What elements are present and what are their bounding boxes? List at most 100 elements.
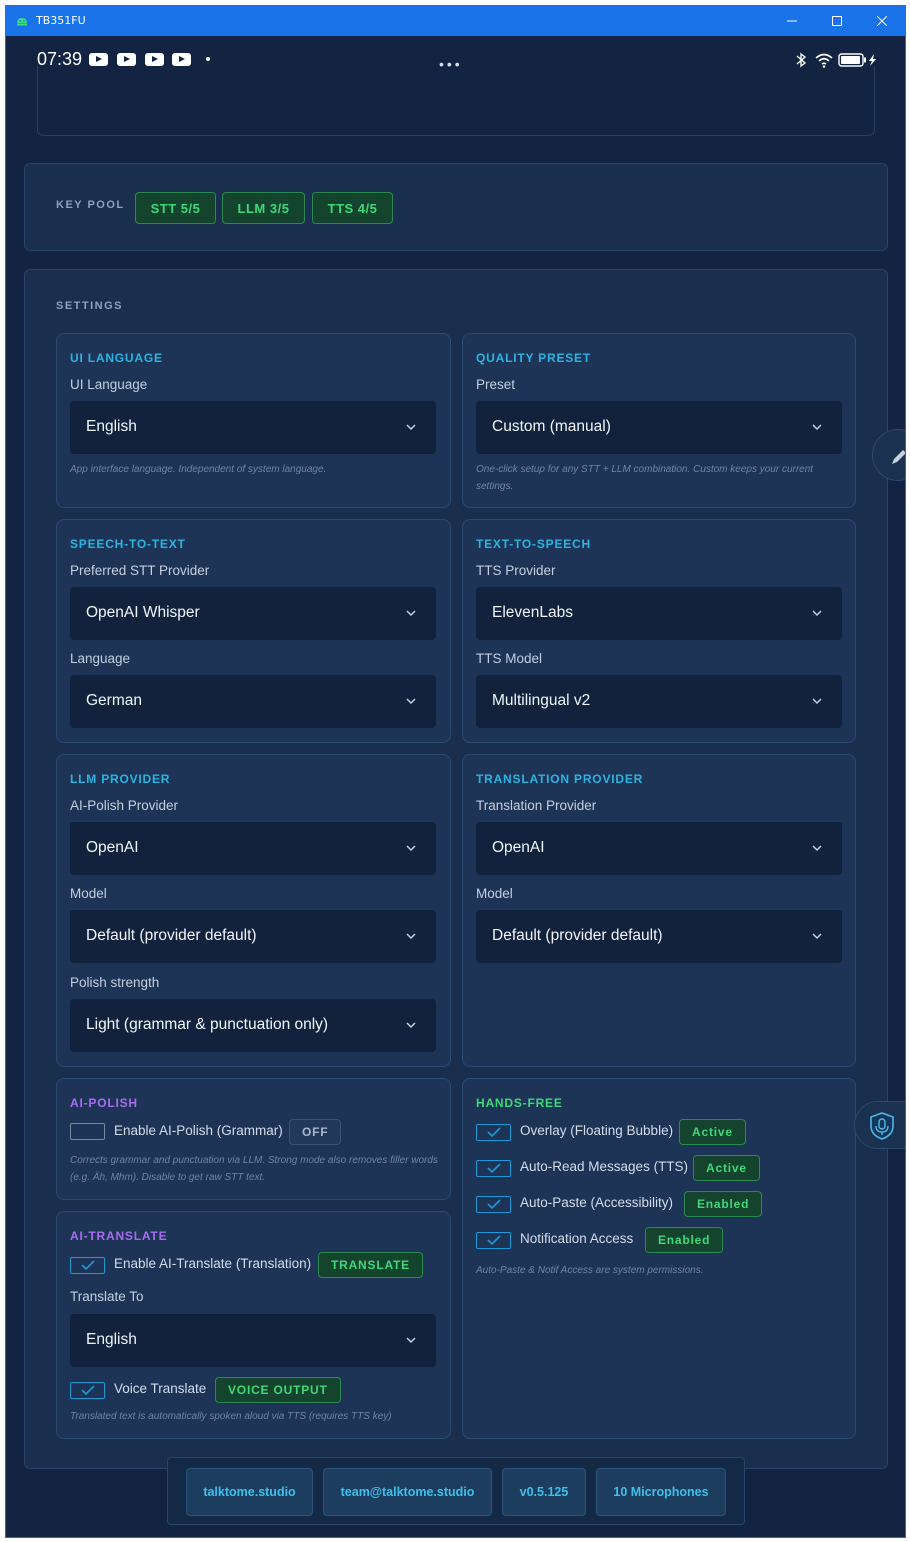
ai-translate-checkbox[interactable] <box>70 1257 105 1274</box>
field-label: Preset <box>476 377 516 392</box>
status-badge: Enabled <box>645 1227 724 1253</box>
select-value: ElevenLabs <box>492 604 574 621</box>
hint-text: Corrects grammar and punctuation via LLM… <box>70 1155 438 1183</box>
select-value: English <box>86 418 137 435</box>
overlay-checkbox[interactable] <box>476 1124 511 1141</box>
ai-polish-panel: AI-POLISH Enable AI-Polish (Grammar) OFF… <box>56 1078 451 1200</box>
tts-provider-select[interactable]: ElevenLabs <box>476 587 842 640</box>
hands-free-panel: HANDS-FREE Overlay (Floating Bubble) Act… <box>462 1078 856 1439</box>
llm-provider-panel: LLM PROVIDER AI-Polish Provider OpenAI M… <box>56 754 451 1067</box>
field-label: AI-Polish Provider <box>70 798 179 813</box>
tts-key-badge[interactable]: TTS 4/5 <box>312 192 393 224</box>
website-link[interactable]: talktome.studio <box>186 1468 313 1516</box>
window-title: TB351FU <box>36 14 86 27</box>
chevron-down-icon <box>406 933 416 940</box>
checkbox-label: Enable AI-Translate (Translation) <box>114 1256 312 1271</box>
select-value: OpenAI Whisper <box>86 604 200 621</box>
field-label: Translation Provider <box>476 798 597 813</box>
maximize-button[interactable] <box>814 6 860 36</box>
checkmark-icon <box>487 1235 501 1246</box>
stt-language-select[interactable]: German <box>70 675 436 728</box>
voice-translate-checkbox[interactable] <box>70 1382 105 1399</box>
auto-read-checkbox[interactable] <box>476 1160 511 1177</box>
stt-key-badge[interactable]: STT 5/5 <box>135 192 216 224</box>
battery-charging-icon <box>838 53 876 67</box>
status-badge: VOICE OUTPUT <box>215 1377 341 1403</box>
panel-title: TRANSLATION PROVIDER <box>476 772 644 786</box>
youtube-icon <box>117 53 136 66</box>
field-label: TTS Provider <box>476 563 556 578</box>
checkmark-icon <box>487 1163 501 1174</box>
chevron-down-icon <box>406 698 416 705</box>
mic-bubble-button[interactable] <box>854 1101 905 1149</box>
select-value: OpenAI <box>492 839 545 856</box>
pencil-icon <box>892 450 905 464</box>
checkbox-label: Overlay (Floating Bubble) <box>520 1123 674 1138</box>
close-button[interactable] <box>859 6 905 36</box>
checkmark-icon <box>81 1385 95 1396</box>
translation-provider-select[interactable]: OpenAI <box>476 822 842 875</box>
llm-provider-select[interactable]: OpenAI <box>70 822 436 875</box>
status-badge: TRANSLATE <box>318 1252 423 1278</box>
chevron-down-icon <box>406 1022 416 1029</box>
version-badge[interactable]: v0.5.125 <box>502 1468 586 1516</box>
hint-text: App interface language. Independent of s… <box>70 464 327 475</box>
key-pool-label: KEY POOL <box>56 199 125 211</box>
hint-text: Auto-Paste & Notif Access are system per… <box>476 1265 704 1276</box>
field-label: Preferred STT Provider <box>70 563 210 578</box>
speech-to-text-panel: SPEECH-TO-TEXT Preferred STT Provider Op… <box>56 519 451 743</box>
microphones-button[interactable]: 10 Microphones <box>596 1468 726 1516</box>
ui-language-panel: UI LANGUAGE UI Language English App inte… <box>56 333 451 508</box>
chevron-down-icon <box>812 424 822 431</box>
ai-polish-checkbox[interactable] <box>70 1123 105 1140</box>
settings-label: SETTINGS <box>56 300 124 312</box>
panel-title: HANDS-FREE <box>476 1096 563 1110</box>
field-label: Model <box>476 886 513 901</box>
select-value: Multilingual v2 <box>492 692 591 709</box>
llm-model-select[interactable]: Default (provider default) <box>70 910 436 963</box>
polish-strength-select[interactable]: Light (grammar & punctuation only) <box>70 999 436 1052</box>
select-value: Default (provider default) <box>492 927 663 944</box>
checkbox-label: Enable AI-Polish (Grammar) <box>114 1123 283 1138</box>
preset-select[interactable]: Custom (manual) <box>476 401 842 454</box>
panel-title: AI-POLISH <box>70 1096 138 1110</box>
hint-text: Translated text is automatically spoken … <box>70 1411 392 1422</box>
close-icon <box>877 16 887 26</box>
panel-title: LLM PROVIDER <box>70 772 171 786</box>
select-value: OpenAI <box>86 839 139 856</box>
select-value: Default (provider default) <box>86 927 257 944</box>
stt-provider-select[interactable]: OpenAI Whisper <box>70 587 436 640</box>
shield-mic-icon <box>870 1112 894 1140</box>
field-label: Language <box>70 651 131 666</box>
ui-language-select[interactable]: English <box>70 401 436 454</box>
chevron-down-icon <box>812 845 822 852</box>
translate-to-select[interactable]: English <box>70 1314 436 1367</box>
chevron-down-icon <box>406 1337 416 1344</box>
minimize-icon <box>787 20 797 22</box>
select-value: Custom (manual) <box>492 418 611 435</box>
chevron-down-icon <box>812 610 822 617</box>
maximize-icon <box>832 16 842 26</box>
auto-paste-checkbox[interactable] <box>476 1196 511 1213</box>
panel-title: TEXT-TO-SPEECH <box>476 537 591 551</box>
translation-model-select[interactable]: Default (provider default) <box>476 910 842 963</box>
tts-model-select[interactable]: Multilingual v2 <box>476 675 842 728</box>
footer: talktome.studio team@talktome.studio v0.… <box>167 1457 745 1525</box>
header-placeholder-card <box>37 66 875 136</box>
text-to-speech-panel: TEXT-TO-SPEECH TTS Provider ElevenLabs T… <box>462 519 856 743</box>
llm-key-badge[interactable]: LLM 3/5 <box>222 192 305 224</box>
panel-title: SPEECH-TO-TEXT <box>70 537 186 551</box>
field-label: Model <box>70 886 107 901</box>
panel-title: AI-TRANSLATE <box>70 1229 168 1243</box>
android-icon <box>17 18 27 26</box>
translation-provider-panel: TRANSLATION PROVIDER Translation Provide… <box>462 754 856 1067</box>
notification-access-checkbox[interactable] <box>476 1232 511 1249</box>
minimize-button[interactable] <box>769 6 815 36</box>
checkmark-icon <box>487 1199 501 1210</box>
field-label: Translate To <box>70 1289 144 1304</box>
email-link[interactable]: team@talktome.studio <box>323 1468 492 1516</box>
youtube-icon <box>145 53 164 66</box>
settings-card: SETTINGS UI LANGUAGE UI Language English… <box>24 269 888 1469</box>
chevron-down-icon <box>812 933 822 940</box>
checkmark-icon <box>81 1260 95 1271</box>
